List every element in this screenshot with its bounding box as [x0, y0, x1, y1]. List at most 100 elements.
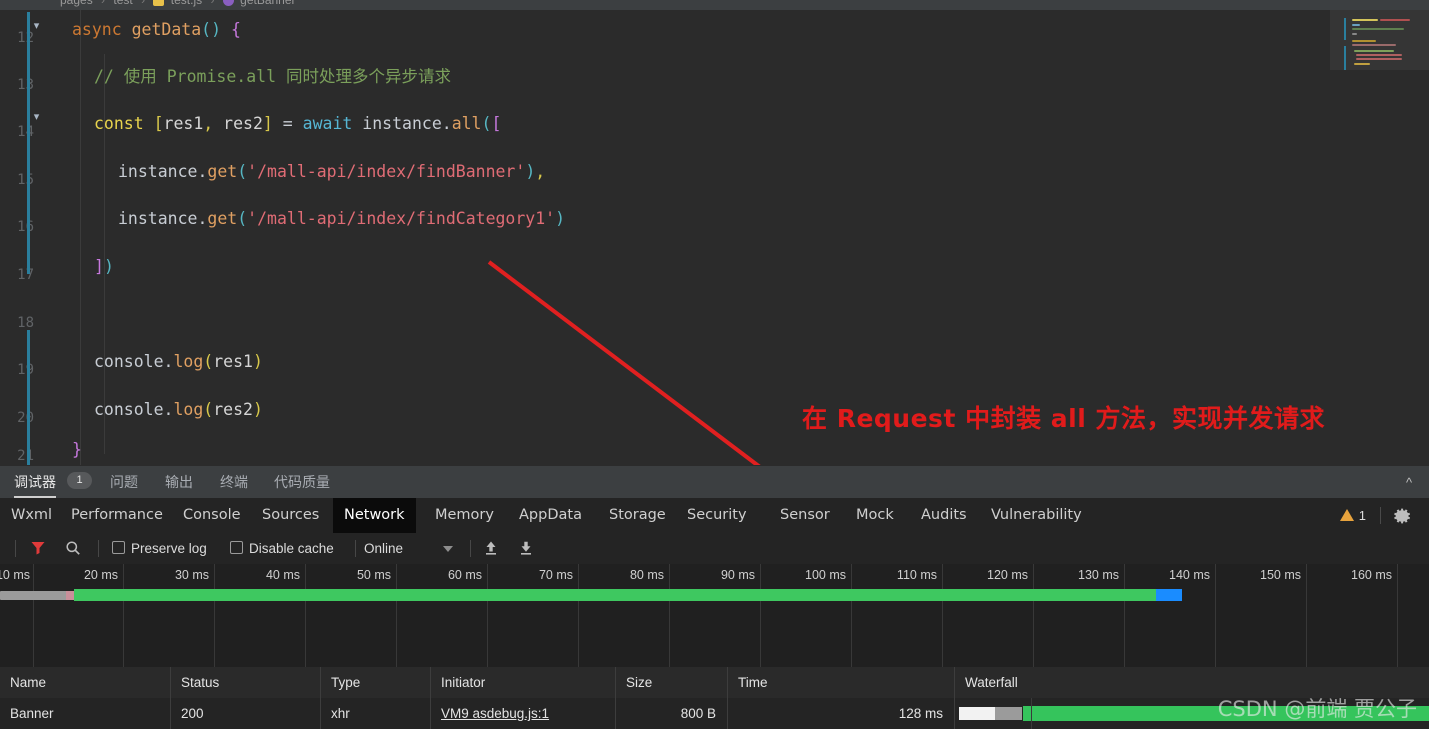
gear-icon[interactable] — [1394, 507, 1412, 525]
panel-tab-output[interactable]: 输出 — [165, 472, 193, 492]
breadcrumb-item-testjs[interactable]: test.js — [171, 0, 202, 7]
minimap-line — [1352, 19, 1378, 21]
breadcrumb-separator: › — [210, 0, 215, 7]
network-toolbar: Preserve log Disable cache Online — [0, 533, 1429, 565]
fold-toggle-icon[interactable]: ▾ — [30, 111, 43, 124]
code-line-19: console.log(res1) — [94, 352, 263, 371]
column-header-name[interactable]: Name — [0, 667, 170, 698]
minimap-line — [1352, 40, 1376, 42]
code-line-20: console.log(res2) — [94, 400, 263, 419]
tab-wxml[interactable]: Wxml — [0, 498, 63, 533]
minimap-line — [1352, 33, 1357, 35]
initiator-link[interactable]: VM9 asdebug.js:1 — [441, 706, 549, 721]
tab-console[interactable]: Console — [172, 498, 252, 533]
upload-arrow-icon[interactable] — [483, 533, 503, 564]
code-line-17: ]) — [94, 257, 114, 276]
tab-performance[interactable]: Performance — [60, 498, 174, 533]
panel-tab-code-quality[interactable]: 代码质量 — [274, 472, 330, 492]
preserve-log-label: Preserve log — [131, 541, 207, 556]
tab-mock[interactable]: Mock — [845, 498, 905, 533]
tab-memory[interactable]: Memory — [424, 498, 505, 533]
throttling-select[interactable]: Online — [364, 533, 403, 564]
annotation-text: 在 Request 中封装 all 方法，实现并发请求 — [802, 404, 1326, 433]
tab-audits[interactable]: Audits — [910, 498, 978, 533]
toolbar-divider — [1380, 507, 1381, 524]
timeline-tick-label: 10 ms — [0, 568, 30, 582]
minimap-change-marker — [1344, 46, 1346, 70]
minimap-line — [1352, 28, 1404, 30]
cell-type: xhr — [320, 698, 430, 729]
column-header-type[interactable]: Type — [320, 667, 430, 698]
waterfall-segment-queued — [959, 707, 995, 720]
code-line-21: } — [72, 440, 82, 459]
chevron-down-icon[interactable] — [443, 546, 453, 552]
disable-cache-checkbox[interactable]: Disable cache — [230, 533, 334, 564]
editor-minimap[interactable] — [1330, 10, 1429, 70]
breadcrumb-item-getbanner[interactable]: getBanner — [240, 0, 295, 7]
toolbar-divider — [470, 540, 471, 557]
breadcrumb-item-pages[interactable]: pages — [60, 0, 93, 7]
table-row[interactable]: Banner 200 xhr VM9 asdebug.js:1 800 B 12… — [0, 698, 1429, 729]
filter-icon[interactable] — [30, 533, 52, 564]
search-icon[interactable] — [65, 533, 87, 564]
fold-toggle-icon[interactable]: ▾ — [30, 20, 43, 33]
code-line-15: instance.get('/mall-api/index/findBanner… — [118, 162, 546, 181]
checkbox-box — [230, 541, 243, 554]
tab-network[interactable]: Network — [333, 498, 416, 533]
panel-tab-terminal[interactable]: 终端 — [220, 472, 248, 492]
timeline-tick-label: 40 ms — [265, 568, 300, 582]
tab-appdata[interactable]: AppData — [508, 498, 593, 533]
column-header-status[interactable]: Status — [170, 667, 320, 698]
throttling-value: Online — [364, 541, 404, 556]
warning-count: 1 — [1358, 508, 1366, 523]
breadcrumb-item-test[interactable]: test — [113, 0, 132, 7]
disable-cache-label: Disable cache — [249, 541, 334, 556]
tab-security[interactable]: Security — [676, 498, 758, 533]
cell-time: 128 ms — [727, 698, 954, 729]
minimap-line — [1356, 54, 1402, 56]
toolbar-divider — [15, 540, 16, 557]
editor-gutter: 12 13 14 15 16 17 18 19 20 21 ▾ ▾ — [0, 10, 56, 465]
tab-storage[interactable]: Storage — [598, 498, 677, 533]
download-arrow-icon[interactable] — [518, 533, 538, 564]
chevron-up-icon[interactable]: ^ — [1399, 474, 1419, 492]
cell-initiator[interactable]: VM9 asdebug.js:1 — [430, 698, 615, 729]
warning-triangle-icon — [1339, 509, 1354, 521]
js-file-icon — [153, 0, 165, 6]
preserve-log-checkbox[interactable]: Preserve log — [112, 533, 207, 564]
column-header-time[interactable]: Time — [727, 667, 954, 698]
code-line-14: const [res1, res2] = await instance.all(… — [94, 114, 502, 133]
warning-indicator[interactable]: 1 — [1339, 498, 1366, 533]
overview-bar-domcontentloaded — [1156, 589, 1182, 601]
vcs-change-marker — [27, 330, 30, 465]
table-header-row: Name Status Type Initiator Size Time Wat… — [0, 667, 1429, 699]
network-overview[interactable]: 10 ms 20 ms 30 ms 40 ms 50 ms 60 ms 70 m… — [0, 564, 1429, 668]
code-line-12: async getData() { — [72, 20, 241, 39]
panel-tab-debugger[interactable]: 调试器 — [14, 472, 56, 498]
tab-sources[interactable]: Sources — [251, 498, 330, 533]
cell-status: 200 — [170, 698, 320, 729]
column-header-initiator[interactable]: Initiator — [430, 667, 615, 698]
tab-vulnerability[interactable]: Vulnerability — [980, 498, 1093, 533]
minimap-line — [1352, 24, 1360, 26]
timeline-tick-label: 150 ms — [1260, 568, 1301, 582]
minimap-line — [1354, 50, 1394, 52]
requests-table[interactable]: Name Status Type Initiator Size Time Wat… — [0, 667, 1429, 729]
code-editor[interactable]: 12 13 14 15 16 17 18 19 20 21 ▾ ▾ async … — [0, 10, 1429, 465]
minimap-line — [1380, 19, 1410, 21]
vcs-change-marker — [27, 12, 30, 274]
breadcrumb-separator: › — [101, 0, 106, 7]
cell-name[interactable]: Banner — [0, 698, 170, 729]
ide-panel-tabbar: 调试器 1 问题 输出 终端 代码质量 ^ — [0, 465, 1429, 499]
panel-tab-problems[interactable]: 问题 — [110, 472, 138, 492]
timeline-tick-label: 100 ms — [805, 568, 846, 582]
minimap-change-marker — [1344, 18, 1346, 40]
waterfall-segment-stalled — [995, 707, 1022, 720]
method-icon — [222, 0, 234, 6]
minimap-line — [1352, 44, 1396, 46]
timeline-tick-label: 50 ms — [356, 568, 391, 582]
tab-sensor[interactable]: Sensor — [769, 498, 841, 533]
checkbox-box — [112, 541, 125, 554]
column-header-size[interactable]: Size — [615, 667, 727, 698]
breadcrumb[interactable]: pages › test › test.js › getBanner — [0, 0, 1429, 10]
